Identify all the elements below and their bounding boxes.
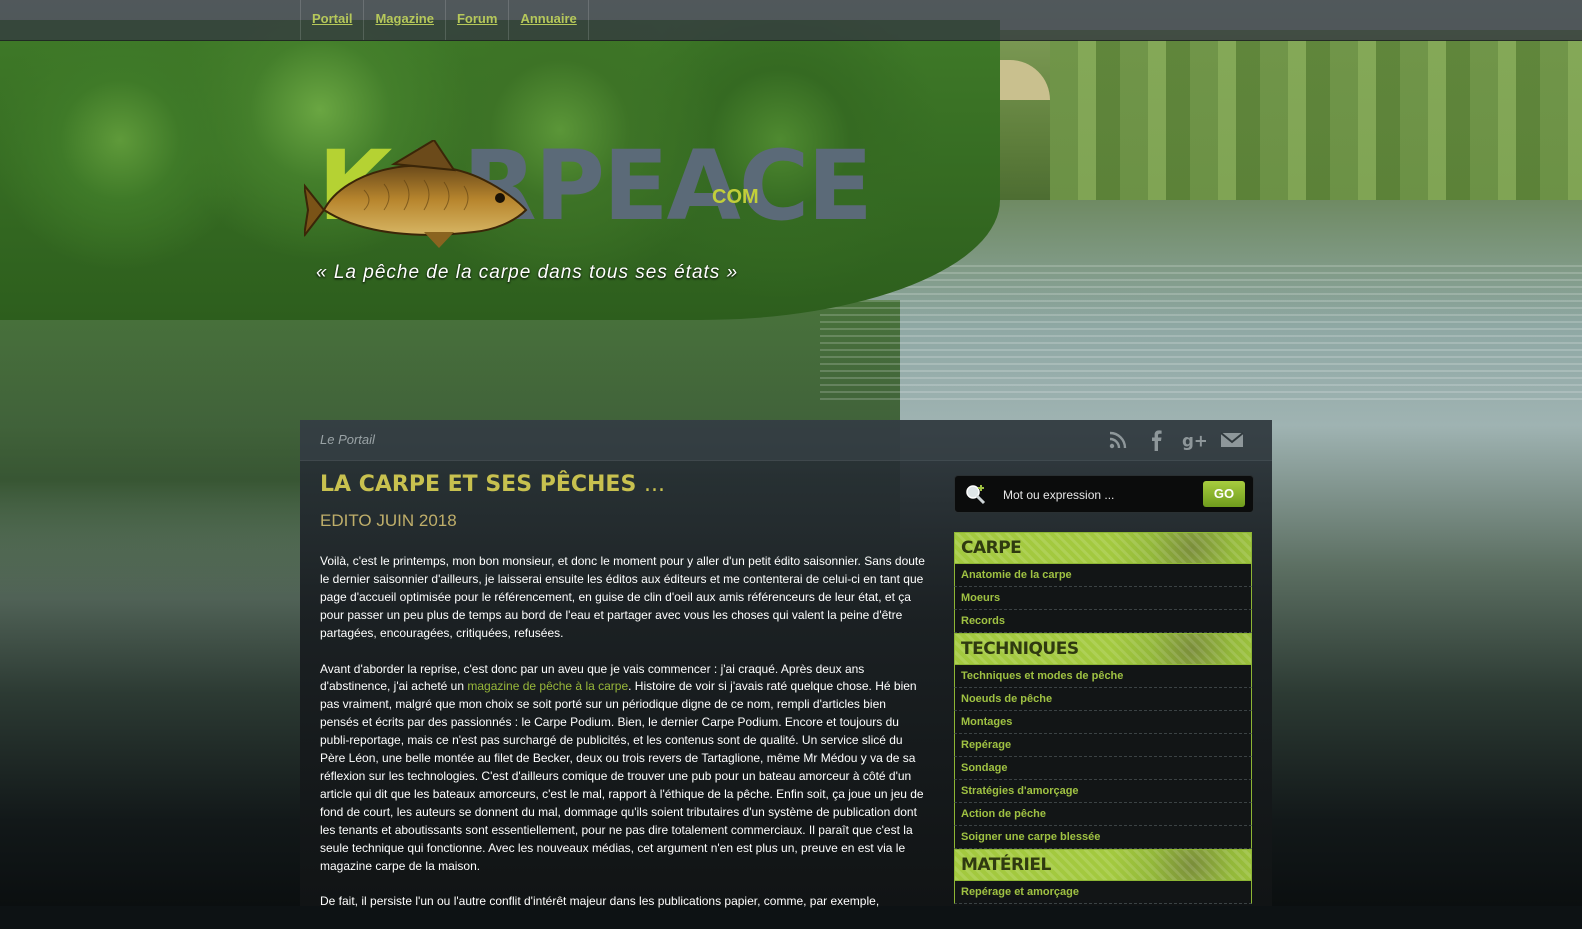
panel-header-bar: Le Portail g+ bbox=[300, 420, 1272, 461]
article-paragraph-3: De fait, il persiste l'un ou l'autre con… bbox=[320, 894, 880, 909]
social-links: g+ bbox=[1106, 428, 1244, 452]
site-logo[interactable]: KARPEACE COM « La pêche de la carpe dans… bbox=[300, 130, 873, 300]
search-icon bbox=[966, 485, 986, 505]
carp-fish-icon bbox=[304, 140, 528, 248]
article-title: La carpe et ses pêches ... bbox=[320, 472, 926, 497]
article-title-ellipsis: ... bbox=[643, 472, 665, 497]
top-nav: Portail Magazine Forum Annuaire bbox=[300, 0, 589, 40]
article-paragraph-2-end: . Histoire de voir si j'avais raté quelq… bbox=[320, 679, 924, 873]
article: La carpe et ses pêches ... EDITO JUIN 20… bbox=[320, 472, 926, 929]
category-techniques[interactable]: TECHNIQUES bbox=[954, 633, 1252, 665]
category-menu: CARPE Anatomie de la carpe Moeurs Record… bbox=[954, 532, 1252, 904]
menu-item-techniques-modes[interactable]: Techniques et modes de pêche bbox=[954, 665, 1252, 688]
article-paragraph-1: Voilà, c'est le printemps, mon bon monsi… bbox=[320, 554, 925, 640]
tree-row bbox=[1050, 40, 1582, 200]
category-materiel[interactable]: MATÉRIEL bbox=[954, 849, 1252, 881]
nav-annuaire[interactable]: Annuaire bbox=[509, 0, 589, 40]
search-box: GO bbox=[954, 475, 1254, 513]
search-input[interactable] bbox=[1001, 485, 1195, 505]
logo-tagline: « La pêche de la carpe dans tous ses éta… bbox=[316, 262, 739, 283]
menu-item-soigner-carpe[interactable]: Soigner une carpe blessée bbox=[954, 826, 1252, 849]
facebook-icon[interactable] bbox=[1144, 428, 1168, 452]
top-nav-bar: Portail Magazine Forum Annuaire bbox=[0, 0, 1582, 41]
water-shimmer bbox=[820, 260, 1582, 400]
menu-item-moeurs[interactable]: Moeurs bbox=[954, 587, 1252, 610]
rss-icon[interactable] bbox=[1106, 428, 1130, 452]
article-paragraph-2: Avant d'aborder la reprise, c'est donc p… bbox=[320, 661, 926, 876]
category-carpe[interactable]: CARPE bbox=[954, 532, 1252, 564]
search-go-button[interactable]: GO bbox=[1203, 481, 1245, 507]
menu-item-reperage-amorcage[interactable]: Repérage et amorçage bbox=[954, 881, 1252, 904]
menu-item-reperage[interactable]: Repérage bbox=[954, 734, 1252, 757]
nav-magazine[interactable]: Magazine bbox=[364, 0, 446, 40]
magazine-link[interactable]: magazine de pêche à la carpe bbox=[467, 679, 628, 693]
mail-icon[interactable] bbox=[1220, 428, 1244, 452]
menu-item-records[interactable]: Records bbox=[954, 610, 1252, 633]
menu-item-montages[interactable]: Montages bbox=[954, 711, 1252, 734]
menu-item-strategies-amorcage[interactable]: Stratégies d'amorçage bbox=[954, 780, 1252, 803]
svg-text:g+: g+ bbox=[1182, 431, 1206, 450]
menu-item-action-peche[interactable]: Action de pêche bbox=[954, 803, 1252, 826]
article-subtitle: EDITO JUIN 2018 bbox=[320, 511, 457, 530]
nav-forum[interactable]: Forum bbox=[446, 0, 510, 40]
breadcrumb[interactable]: Le Portail bbox=[320, 432, 375, 447]
google-plus-icon[interactable]: g+ bbox=[1182, 428, 1206, 452]
menu-item-noeuds[interactable]: Noeuds de pêche bbox=[954, 688, 1252, 711]
logo-com: COM bbox=[712, 186, 759, 208]
menu-item-sondage[interactable]: Sondage bbox=[954, 757, 1252, 780]
content-panel: Le Portail g+ La carpe et ses pêches ...… bbox=[300, 420, 1272, 908]
nav-portail[interactable]: Portail bbox=[301, 0, 365, 40]
menu-item-anatomie[interactable]: Anatomie de la carpe bbox=[954, 564, 1252, 587]
article-title-text: La carpe et ses pêches bbox=[320, 472, 637, 497]
